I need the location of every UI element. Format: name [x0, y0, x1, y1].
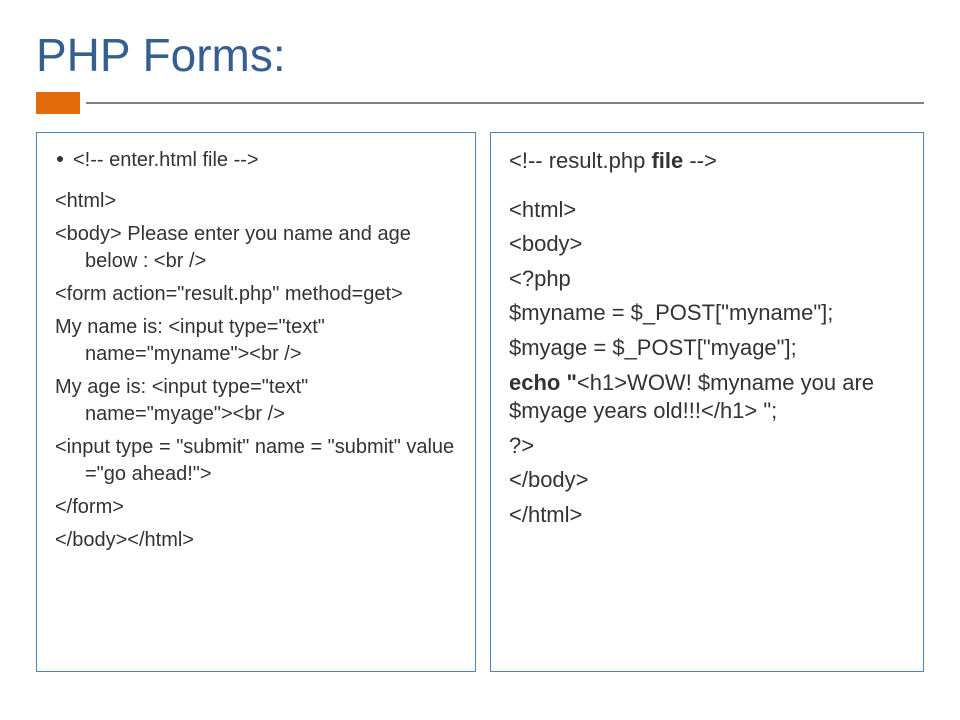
code-line: echo "<h1>WOW! $myname you are $myage ye…	[509, 369, 907, 426]
left-comment: <!-- enter.html file -->	[73, 147, 259, 174]
code-line: My name is: <input type="text" name="myn…	[55, 314, 459, 368]
code-line: $myname = $_POST["myname"];	[509, 299, 907, 328]
code-line: ?>	[509, 432, 907, 461]
code-line: $myage = $_POST["myage"];	[509, 334, 907, 363]
code-line: </form>	[55, 494, 459, 521]
left-code-box: <!-- enter.html file --> <html> <body> P…	[36, 132, 476, 672]
bullet-icon	[57, 156, 63, 162]
code-line: <body> Please enter you name and age bel…	[55, 221, 459, 275]
code-line: </body>	[509, 466, 907, 495]
accent-block	[36, 92, 80, 114]
code-line: <?php	[509, 265, 907, 294]
spacer	[509, 182, 907, 190]
title-rule	[36, 92, 924, 114]
code-line: </body></html>	[55, 527, 459, 554]
horizontal-rule	[86, 102, 924, 104]
slide: PHP Forms: <!-- enter.html file --> <htm…	[0, 0, 960, 692]
right-code-box: <!-- result.php file --> <html> <body> <…	[490, 132, 924, 672]
code-line: <input type = "submit" name = "submit" v…	[55, 434, 459, 488]
code-line: <html>	[509, 196, 907, 225]
code-line: </html>	[509, 501, 907, 530]
code-line: <form action="result.php" method=get>	[55, 281, 459, 308]
code-line: My age is: <input type="text" name="myag…	[55, 374, 459, 428]
right-comment: <!-- result.php file -->	[509, 147, 907, 176]
columns: <!-- enter.html file --> <html> <body> P…	[36, 132, 924, 672]
page-title: PHP Forms:	[36, 28, 924, 82]
bullet-row: <!-- enter.html file -->	[55, 147, 459, 174]
code-line: <body>	[509, 230, 907, 259]
code-line: <html>	[55, 188, 459, 215]
